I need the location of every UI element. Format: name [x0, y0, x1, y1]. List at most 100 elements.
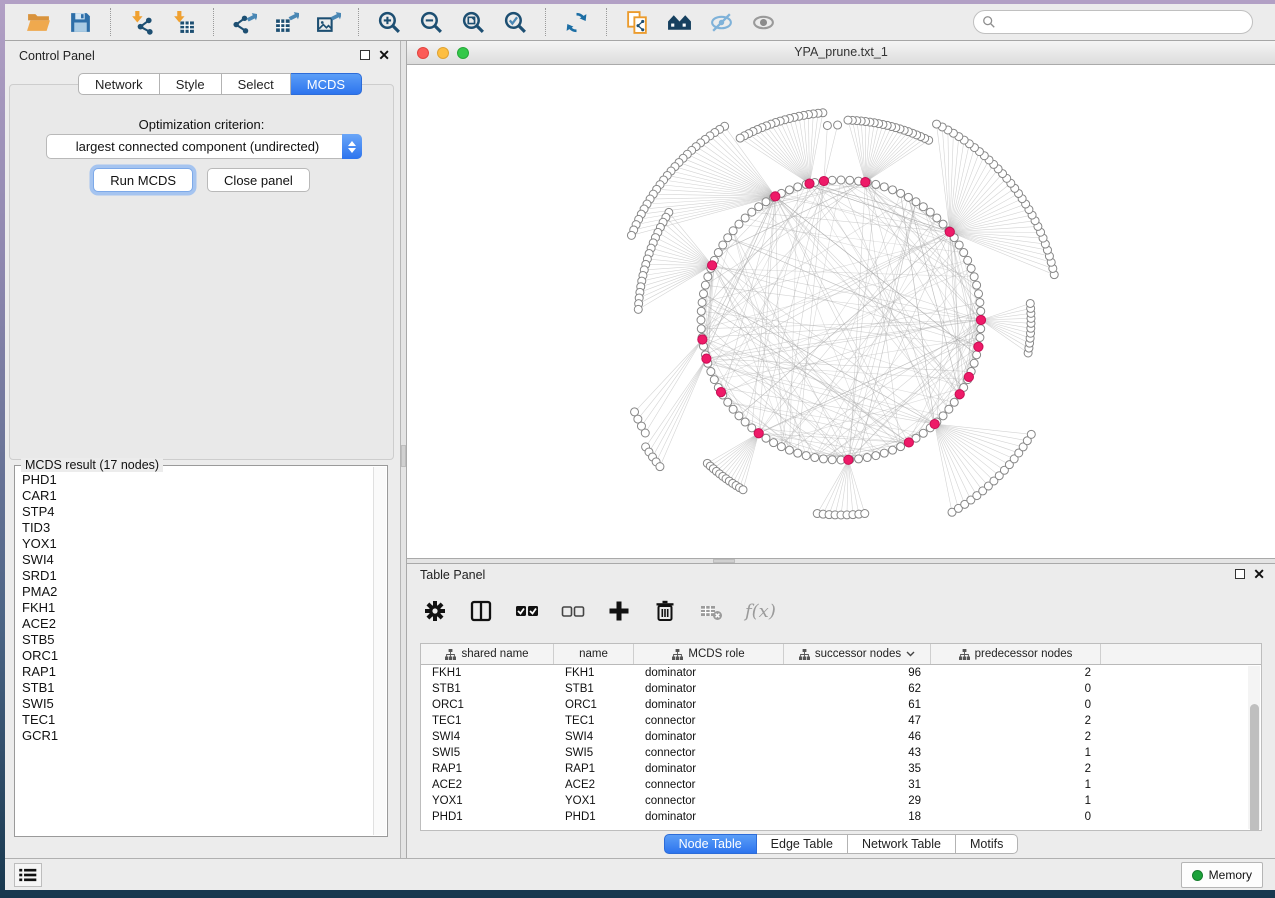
- add-column-icon[interactable]: [607, 596, 631, 626]
- tab-edge-table[interactable]: Edge Table: [757, 834, 848, 854]
- column-header-MCDS-role[interactable]: MCDS role: [634, 644, 784, 664]
- zoom-out-icon[interactable]: [416, 7, 446, 37]
- search-input[interactable]: [996, 12, 1252, 32]
- deselect-all-icon[interactable]: [561, 596, 585, 626]
- mcds-result-item[interactable]: FKH1: [22, 600, 373, 616]
- column-header-predecessor-nodes[interactable]: predecessor nodes: [931, 644, 1101, 664]
- split-columns-icon[interactable]: [469, 596, 493, 626]
- tab-select[interactable]: Select: [222, 73, 291, 95]
- float-panel-icon[interactable]: [360, 50, 370, 60]
- table-cell: 35: [784, 763, 931, 775]
- zoom-in-icon[interactable]: [374, 7, 404, 37]
- close-panel-button[interactable]: Close panel: [207, 168, 310, 192]
- mcds-tab-content: Optimization criterion: largest connecte…: [9, 84, 394, 460]
- close-panel-icon[interactable]: ✕: [378, 50, 390, 60]
- refresh-layout-icon[interactable]: [561, 7, 591, 37]
- mcds-result-item[interactable]: RAP1: [22, 664, 373, 680]
- table-cell: 61: [784, 699, 931, 711]
- import-network-icon[interactable]: [126, 7, 156, 37]
- table-cell: 47: [784, 715, 931, 727]
- show-all-icon[interactable]: [748, 7, 778, 37]
- splitter-handle[interactable]: [713, 559, 735, 563]
- export-network-icon[interactable]: [229, 7, 259, 37]
- mcds-result-item[interactable]: CAR1: [22, 488, 373, 504]
- table-scrollbar[interactable]: [1248, 666, 1260, 829]
- table-cell: ORC1: [421, 699, 554, 711]
- tab-mcds[interactable]: MCDS: [291, 73, 362, 95]
- mcds-result-item[interactable]: GCR1: [22, 728, 373, 744]
- zoom-fit-icon[interactable]: [458, 7, 488, 37]
- table-row[interactable]: YOX1YOX1connector291: [421, 793, 1261, 809]
- mcds-result-item[interactable]: SWI5: [22, 696, 373, 712]
- table-cell: STB1: [554, 683, 634, 695]
- table-cell: 29: [784, 795, 931, 807]
- mcds-result-item[interactable]: SWI4: [22, 552, 373, 568]
- table-row[interactable]: STB1STB1dominator620: [421, 681, 1261, 697]
- function-builder-icon[interactable]: f(x): [745, 596, 776, 626]
- scrollbar-thumb[interactable]: [1250, 704, 1259, 831]
- node-table: shared namenameMCDS rolesuccessor nodesp…: [420, 643, 1262, 831]
- table-cell: 18: [784, 811, 931, 823]
- column-header-shared-name[interactable]: shared name: [421, 644, 554, 664]
- mcds-result-item[interactable]: ORC1: [22, 648, 373, 664]
- mcds-result-item[interactable]: ACE2: [22, 616, 373, 632]
- gear-icon[interactable]: [423, 596, 447, 626]
- network-canvas[interactable]: [407, 65, 1275, 558]
- delete-table-icon[interactable]: [699, 596, 723, 626]
- mcds-result-item[interactable]: PMA2: [22, 584, 373, 600]
- mcds-result-item[interactable]: TEC1: [22, 712, 373, 728]
- table-row[interactable]: RAP1RAP1dominator352: [421, 761, 1261, 777]
- column-header-name[interactable]: name: [554, 644, 634, 664]
- mcds-result-item[interactable]: STB5: [22, 632, 373, 648]
- open-file-icon[interactable]: [23, 7, 53, 37]
- list-menu-button[interactable]: [14, 863, 42, 887]
- float-panel-icon[interactable]: [1235, 569, 1245, 579]
- run-mcds-button[interactable]: Run MCDS: [93, 168, 193, 192]
- memory-button[interactable]: Memory: [1181, 862, 1263, 888]
- optimization-criterion-select[interactable]: largest connected component (undirected): [46, 134, 362, 159]
- table-cell: PHD1: [554, 811, 634, 823]
- mcds-result-item[interactable]: PHD1: [22, 472, 373, 488]
- mcds-result-item[interactable]: STB1: [22, 680, 373, 696]
- table-row[interactable]: SWI5SWI5connector431: [421, 745, 1261, 761]
- main-toolbar: [5, 4, 1275, 41]
- mcds-result-item[interactable]: YOX1: [22, 536, 373, 552]
- zoom-selected-icon[interactable]: [500, 7, 530, 37]
- hide-selected-icon[interactable]: [706, 7, 736, 37]
- save-session-icon[interactable]: [65, 7, 95, 37]
- column-header-successor-nodes[interactable]: successor nodes: [784, 644, 931, 664]
- control-tabs: NetworkStyleSelectMCDS: [78, 73, 362, 95]
- select-all-icon[interactable]: [515, 596, 539, 626]
- table-row[interactable]: FKH1FKH1dominator962: [421, 665, 1261, 681]
- tab-node-table[interactable]: Node Table: [664, 834, 757, 854]
- table-row[interactable]: ACE2ACE2connector311: [421, 777, 1261, 793]
- tab-style[interactable]: Style: [160, 73, 222, 95]
- tab-network-table[interactable]: Network Table: [848, 834, 956, 854]
- table-cell: RAP1: [421, 763, 554, 775]
- table-cell: 2: [931, 731, 1101, 743]
- mcds-result-title: MCDS result (17 nodes): [21, 458, 163, 472]
- tab-network[interactable]: Network: [78, 73, 160, 95]
- table-row[interactable]: PHD1PHD1dominator180: [421, 809, 1261, 825]
- table-row[interactable]: TEC1TEC1connector472: [421, 713, 1261, 729]
- table-row[interactable]: ORC1ORC1dominator610: [421, 697, 1261, 713]
- search-field[interactable]: [973, 10, 1253, 34]
- table-cell: connector: [634, 715, 784, 727]
- mcds-result-item[interactable]: TID3: [22, 520, 373, 536]
- mcds-result-item[interactable]: SRD1: [22, 568, 373, 584]
- splitter-handle[interactable]: [401, 445, 406, 467]
- mcds-list-scrollbar[interactable]: [373, 467, 386, 835]
- network-view-titlebar[interactable]: YPA_prune.txt_1: [407, 41, 1275, 65]
- delete-column-icon[interactable]: [653, 596, 677, 626]
- close-panel-icon[interactable]: ✕: [1253, 569, 1265, 579]
- export-table-icon[interactable]: [271, 7, 301, 37]
- tab-motifs[interactable]: Motifs: [956, 834, 1018, 854]
- table-cell: 96: [784, 667, 931, 679]
- import-table-icon[interactable]: [168, 7, 198, 37]
- first-neighbors-icon[interactable]: [664, 7, 694, 37]
- clone-network-icon[interactable]: [622, 7, 652, 37]
- mcds-result-item[interactable]: STP4: [22, 504, 373, 520]
- export-image-icon[interactable]: [313, 7, 343, 37]
- table-cell: ORC1: [554, 699, 634, 711]
- table-row[interactable]: SWI4SWI4dominator462: [421, 729, 1261, 745]
